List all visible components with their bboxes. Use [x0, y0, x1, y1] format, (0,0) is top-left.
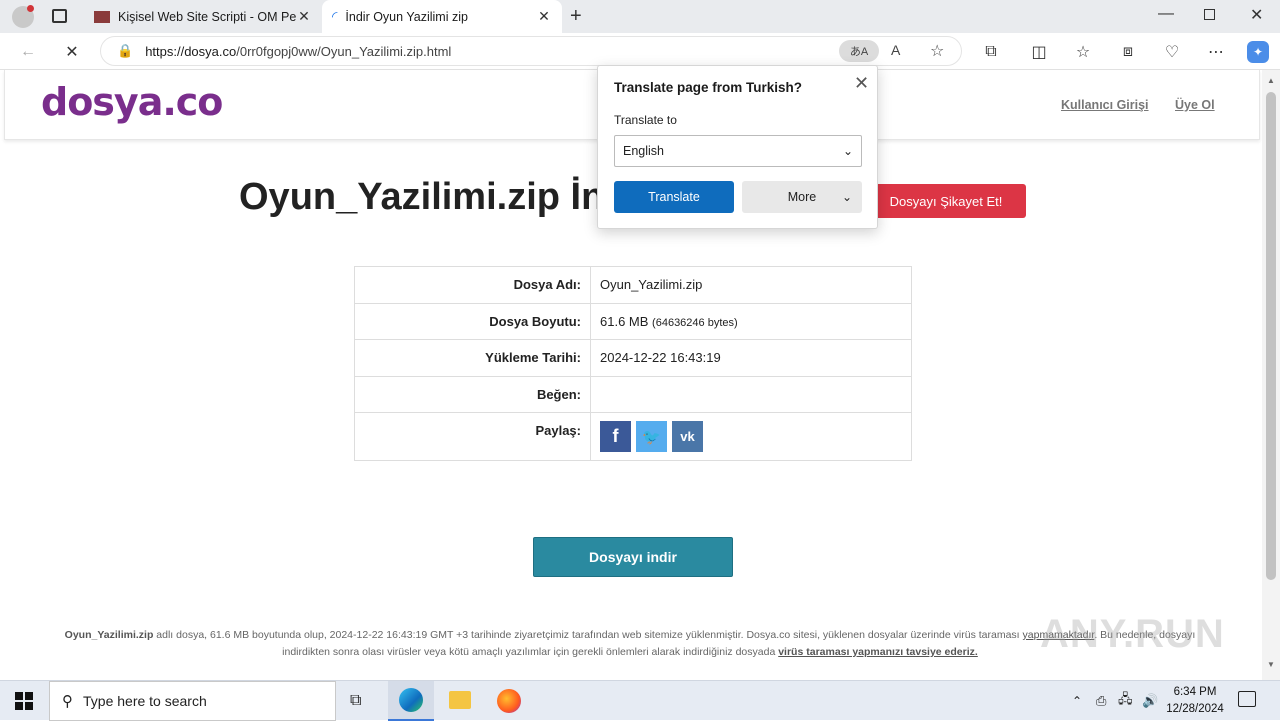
task-view-icon[interactable]: ⧉	[350, 681, 361, 721]
like-label: Beğen:	[354, 375, 591, 413]
facebook-icon[interactable]: f	[600, 421, 631, 452]
file-info-table: Dosya Adı: Oyun_Yazilimi.zip Dosya Boyut…	[354, 266, 912, 461]
selected-language: English	[623, 144, 664, 158]
vk-icon[interactable]: vk	[672, 421, 703, 452]
read-aloud-icon[interactable]: A	[891, 42, 900, 58]
anyrun-watermark: ANY.RUN	[1040, 612, 1225, 656]
notifications-icon[interactable]	[1238, 691, 1256, 707]
chevron-down-icon: ⌄	[842, 144, 853, 158]
table-row: Beğen:	[354, 375, 912, 413]
extensions-icon[interactable]: ⧉	[980, 41, 1002, 63]
volume-icon[interactable]: 🔊	[1142, 681, 1158, 721]
back-icon[interactable]: ←	[17, 41, 39, 63]
page-title: Oyun_Yazilimi.zip İn	[239, 176, 605, 218]
more-options-button[interactable]: More ⌄	[742, 181, 862, 213]
tab-title: İndir Oyun Yazilimi zip	[345, 9, 468, 24]
tab-title: Kişisel Web Site Scripti - OM Pers	[118, 9, 296, 24]
collections-icon[interactable]: ⧈	[1117, 41, 1139, 63]
upload-date-value: 2024-12-22 16:43:19	[590, 339, 912, 377]
file-size-bytes: (64636246 bytes)	[652, 316, 738, 329]
footer-filename: Oyun_Yazilimi.zip	[64, 629, 154, 641]
copilot-icon[interactable]: ✦	[1247, 41, 1269, 63]
scroll-thumb[interactable]	[1266, 92, 1276, 580]
clock-date: 12/28/2024	[1166, 703, 1224, 715]
tab-actions-icon[interactable]	[52, 9, 67, 23]
like-value	[590, 375, 912, 413]
windows-taskbar: ⚲ Type here to search ⧉ ⌃ ⎙ 🖧 🔊 6:34 PM …	[0, 680, 1280, 721]
taskbar-search[interactable]: ⚲ Type here to search	[49, 681, 336, 721]
table-row: Yükleme Tarihi: 2024-12-22 16:43:19	[354, 339, 912, 377]
login-link[interactable]: Kullanıcı Girişi	[1061, 98, 1149, 112]
edge-icon	[399, 688, 423, 712]
tab-indir-oyun[interactable]: ◜ İndir Oyun Yazilimi zip ✕	[322, 0, 562, 33]
translate-to-label: Translate to	[614, 113, 677, 127]
close-tab-icon[interactable]: ✕	[536, 8, 552, 25]
footer-text-1: adlı dosya, 61.6 MB boyutunda olup, 2024…	[153, 629, 1023, 641]
scroll-down-icon[interactable]: ▼	[1267, 660, 1275, 669]
footer-link-2[interactable]: virüs taraması yapmanızı tavsiye ederiz.	[778, 646, 978, 658]
tab-kisisel-web[interactable]: Kişisel Web Site Scripti - OM Pers ✕	[84, 0, 322, 33]
tab-strip: Kişisel Web Site Scripti - OM Pers ✕ ◜ İ…	[0, 0, 1280, 33]
search-placeholder: Type here to search	[83, 693, 207, 709]
split-screen-icon[interactable]: ◫	[1028, 41, 1050, 63]
footer-disclaimer: Oyun_Yazilimi.zip adlı dosya, 61.6 MB bo…	[60, 627, 1200, 661]
restore-icon[interactable]	[1204, 9, 1215, 20]
windows-start-icon[interactable]	[15, 692, 33, 710]
url-host: https://dosya.co	[145, 43, 237, 59]
translate-page-icon[interactable]: あA	[839, 40, 879, 62]
file-size-cell: 61.6 MB (64636246 bytes)	[590, 302, 912, 340]
firefox-icon[interactable]	[497, 689, 521, 713]
language-select[interactable]: English ⌄	[614, 135, 862, 167]
upload-date-label: Yükleme Tarihi:	[354, 339, 591, 377]
minimize-icon[interactable]: —	[1158, 5, 1174, 23]
page-scrollbar[interactable]: ▲ ▼	[1262, 70, 1280, 680]
clock-time: 6:34 PM	[1173, 686, 1217, 698]
close-tab-icon[interactable]: ✕	[296, 8, 312, 25]
download-button[interactable]: Dosyayı indir	[533, 537, 733, 577]
system-clock[interactable]: 6:34 PM 12/28/2024	[1160, 684, 1230, 718]
url-path: /0rr0fgopj0ww/Oyun_Yazilimi.zip.html	[236, 43, 452, 59]
loading-spinner-icon: ◜	[332, 8, 338, 24]
address-bar[interactable]: 🔒 https://dosya.co /0rr0fgopj0ww/Oyun_Ya…	[100, 36, 962, 66]
network-icon[interactable]: 🖧	[1118, 681, 1133, 721]
file-name-label: Dosya Adı:	[354, 266, 591, 304]
stop-loading-icon[interactable]: ✕	[61, 41, 83, 63]
favorites-icon[interactable]: ☆	[1072, 41, 1094, 63]
file-name-value: Oyun_Yazilimi.zip	[590, 266, 912, 304]
table-row: Dosya Boyutu: 61.6 MB (64636246 bytes)	[354, 302, 912, 340]
share-buttons: f 🐦 vk	[590, 412, 912, 461]
tray-chevron-up-icon[interactable]: ⌃	[1072, 681, 1082, 721]
more-label: More	[787, 190, 817, 204]
lock-icon[interactable]: 🔒	[117, 43, 133, 59]
register-link[interactable]: Üye Ol	[1175, 98, 1215, 112]
close-icon[interactable]: ✕	[854, 73, 869, 94]
site-favicon-icon	[94, 10, 110, 23]
report-file-button[interactable]: Dosyayı Şikayet Et!	[866, 184, 1026, 218]
more-menu-icon[interactable]: ⋯	[1205, 41, 1227, 63]
search-icon: ⚲	[62, 693, 73, 710]
scroll-up-icon[interactable]: ▲	[1267, 76, 1275, 85]
translate-popup-title: Translate page from Turkish?	[614, 80, 803, 95]
edge-taskbar-item[interactable]	[388, 681, 434, 721]
table-row: Paylaş: f 🐦 vk	[354, 412, 912, 461]
chevron-down-icon: ⌄	[842, 190, 853, 204]
browser-essentials-icon[interactable]: ♡	[1161, 41, 1183, 63]
site-logo[interactable]: dosya.co	[41, 80, 223, 124]
window-close-icon[interactable]: ✕	[1250, 5, 1263, 25]
file-explorer-icon[interactable]	[449, 691, 471, 709]
tray-device-icon[interactable]: ⎙	[1096, 681, 1106, 721]
twitter-icon[interactable]: 🐦	[636, 421, 667, 452]
new-tab-icon[interactable]: +	[570, 5, 582, 28]
translate-popup: Translate page from Turkish? ✕ Translate…	[597, 65, 878, 229]
table-row: Dosya Adı: Oyun_Yazilimi.zip	[354, 266, 912, 304]
file-size-value: 61.6 MB	[600, 313, 649, 329]
translate-button[interactable]: Translate	[614, 181, 734, 213]
notification-dot	[27, 5, 34, 12]
favorite-star-icon[interactable]: ☆	[930, 41, 944, 61]
share-label: Paylaş:	[354, 412, 591, 461]
file-size-label: Dosya Boyutu:	[354, 302, 591, 340]
